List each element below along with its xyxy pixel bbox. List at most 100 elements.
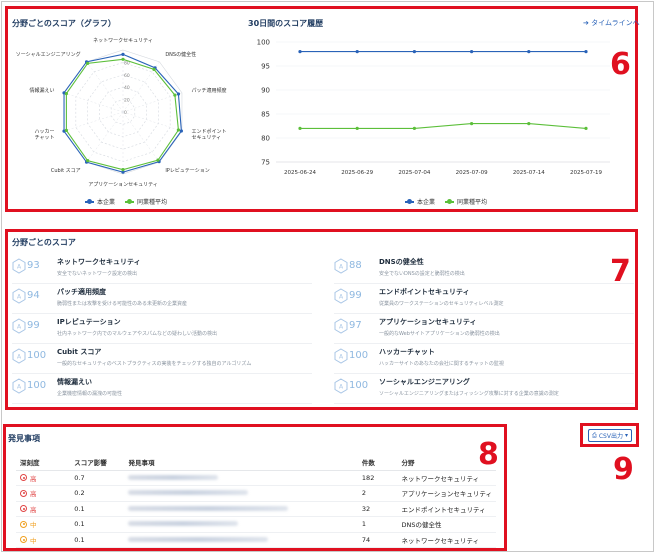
category-score-item[interactable]: A 100 情報漏えい 企業機密情報の漏洩の可能性 [12,376,312,404]
radar-tick-label: 60 [124,73,130,79]
category-score-item[interactable]: A 93 ネットワークセキュリティ 安全でないネットワーク設定の検出 [12,256,312,284]
radar-axis-label: 情報漏えい [30,87,55,94]
radar-spoke [86,61,124,113]
radar-axis-label: パッチ適用頻度 [191,87,226,94]
category-score-item[interactable]: A 99 IPレピュテーション 社内ネットワーク内でのマルウェアやスパムなどの疑わしい… [12,316,312,344]
radar-legend-company[interactable]: 本企業 [85,197,115,206]
category-name: IPレピュテーション [57,318,121,326]
severity-cell: 高 [16,501,71,517]
svg-text:A: A [339,354,344,361]
col-field[interactable]: 分野 [397,455,496,471]
svg-text:A: A [17,354,22,361]
radar-tick-label: 40 [124,85,130,91]
radar-title: 分野ごとのスコア（グラフ） [12,19,116,28]
history-point [412,126,416,130]
col-severity[interactable]: 深刻度 [16,455,71,471]
col-impact[interactable]: スコア影響 [70,455,125,471]
radar-axis-label: Cubit スコア [51,168,81,174]
col-count[interactable]: 件数 [357,455,398,471]
history-title: 30日間のスコア履歴 [248,19,324,28]
history-y-tick: 80 [261,135,270,143]
svg-text:A: A [339,384,344,391]
category-score-item[interactable]: A 100 ソーシャルエンジニアリング ソーシャルエンジニアリングまたはフィッシング攻… [334,376,634,404]
findings-row[interactable]: 中 0.1 74 ネットワークセキュリティ [16,532,496,548]
radar-spoke [63,92,124,113]
hexagon-badge-icon: A [12,378,26,394]
svg-text:A: A [339,294,344,301]
impact-cell: 0.2 [70,485,125,502]
history-series-1 [300,123,587,129]
count-cell: 1 [357,516,398,533]
radar-axis-label: IPレピュテーション [165,168,209,174]
findings-row[interactable]: 高 0.7 182 ネットワークセキュリティ [16,470,496,486]
finding-cell-redacted [124,516,358,533]
finding-cell-redacted [124,532,358,548]
category-score-item[interactable]: A 97 アプリケーションセキュリティ 一般的なWebサイトアプリケーションの脆弱性の… [334,316,634,344]
severity-cell: 中 [16,516,71,533]
category-score: 99 [349,290,362,301]
severity-cell: 高 [16,470,71,486]
field-cell: エンドポイントセキュリティ [397,501,496,517]
chevron-down-icon: ▾ [624,432,628,439]
category-score: 100 [27,350,47,361]
radar-legend-peer[interactable]: 同業種平均 [125,197,167,206]
printer-icon: ⎙ [592,431,597,439]
svg-text:A: A [17,294,22,301]
hexagon-badge-icon: A [334,348,348,364]
category-description: 社内ネットワーク内でのマルウェアやスパムなどの疑わしい活動の検出 [57,331,218,337]
severity-icon [20,474,27,481]
findings-row[interactable]: 高 0.2 2 アプリケーションセキュリティ [16,485,496,502]
category-description: 一般的なセキュリティのベストプラクティスの実装をチェックする独自のアルゴリズム [57,361,252,367]
category-name: パッチ適用頻度 [57,288,106,296]
findings-row[interactable]: 高 0.1 32 エンドポイントセキュリティ [16,501,496,517]
radar-point [86,61,90,65]
category-score: 88 [349,260,362,271]
category-score: 100 [27,380,47,391]
category-description: 脆弱性または攻撃を受ける可能性のある未更新の企業資産 [57,301,188,307]
timeline-link[interactable]: ➔ タイムラインへ [583,18,640,28]
hexagon-badge-icon: A [334,258,348,274]
category-score: 94 [27,290,40,301]
radar-point [121,52,125,56]
history-point [470,122,474,126]
col-finding[interactable]: 発見事項 [124,455,358,471]
severity-icon [20,505,27,512]
history-point [527,50,531,54]
history-point [298,126,302,130]
hexagon-badge-icon: A [12,348,26,364]
radar-point [156,158,160,162]
hexagon-badge-icon: A [334,378,348,394]
history-point [412,50,416,54]
category-description: 従業員のワークステーションのセキュリティレベル測定 [379,301,504,307]
impact-cell: 0.1 [70,532,125,548]
hexagon-badge-icon: A [12,258,26,274]
count-cell: 2 [357,485,398,502]
radar-axis-label: セキュリティ [191,135,221,141]
radar-point [176,92,181,96]
category-name: DNSの健全性 [379,258,424,266]
category-name: 情報漏えい [57,378,92,386]
svg-text:A: A [17,384,22,391]
field-cell: ネットワークセキュリティ [397,470,496,486]
history-legend-peer[interactable]: 同業種平均 [445,197,487,206]
csv-export-button[interactable]: ⎙ CSV出力 ▾ [588,429,632,442]
radar-legend: 本企業 同業種平均 [85,197,167,206]
count-cell: 32 [357,501,398,517]
category-score-item[interactable]: A 94 パッチ適用頻度脆弱性または攻撃を受ける可能性のある未更新の企業資産 [12,286,312,314]
history-legend-company[interactable]: 本企業 [405,197,435,206]
history-point [584,126,588,130]
radar-point [64,92,68,96]
radar-spoke [122,92,183,113]
category-score-item[interactable]: A 100 ハッカーチャット ハッカーサイトのあなたの会社に関するチャットの監視 [334,346,634,374]
radar-axis-label: チャット [35,135,55,141]
category-name: ハッカーチャット [379,348,435,356]
category-score-item[interactable]: A 99 エンドポイントセキュリティ 従業員のワークステーションのセキュリティレベル測… [334,286,634,314]
radar-spoke [63,111,124,132]
radar-axis-label: DNSの健全性 [165,51,196,58]
history-y-tick: 100 [257,39,270,47]
category-score-item[interactable]: A 100 Cubit スコア 一般的なセキュリティのベストプラクティスの実装をチェッ… [12,346,312,374]
category-score-item[interactable]: A 88 DNSの健全性 安全でないDNSの設定と脆弱性の検出 [334,256,634,284]
hexagon-badge-icon: A [12,288,26,304]
findings-row[interactable]: 中 0.1 1 DNSの健全性 [16,516,496,533]
radar-point [173,93,177,97]
